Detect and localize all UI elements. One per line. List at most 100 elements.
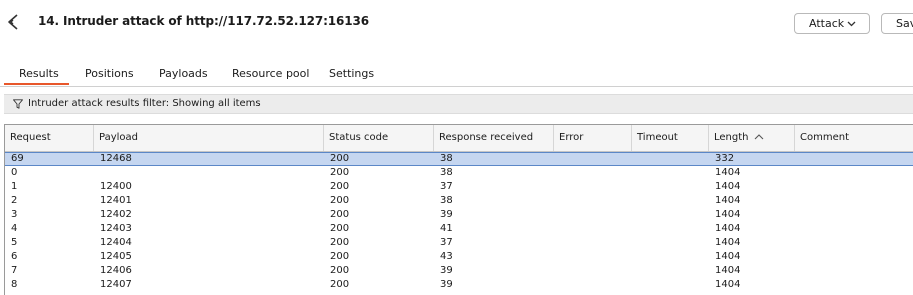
column-header-request[interactable]: Request	[5, 125, 94, 151]
column-header-response-received[interactable]: Response received	[434, 125, 554, 151]
cell-comment	[795, 278, 913, 292]
cell-payload: 12406	[100, 265, 132, 276]
attack-button-label: Attack	[809, 17, 845, 30]
cell-timeout	[632, 250, 709, 264]
cell-payload: 12403	[100, 223, 132, 234]
cell-comment	[795, 222, 913, 236]
tab-settings[interactable]: Settings	[329, 67, 374, 80]
cell-comment	[795, 236, 913, 250]
window-title: 14. Intruder attack of http://117.72.52.…	[38, 14, 370, 28]
cell-error	[554, 166, 632, 180]
cell-timeout	[632, 236, 709, 250]
cell-request: 3	[11, 209, 18, 220]
table-row[interactable]: 6 12405 200 43 1404	[5, 250, 913, 264]
cell-payload: 12404	[100, 237, 132, 248]
tab-resource-pool[interactable]: Resource pool	[232, 67, 309, 80]
cell-comment	[795, 166, 913, 180]
cell-error	[554, 278, 632, 292]
table-row[interactable]: 69 12468 200 38 332	[5, 152, 913, 166]
tab-positions[interactable]: Positions	[85, 67, 134, 80]
cell-length: 1404	[715, 167, 741, 178]
cell-response-received: 41	[440, 223, 453, 234]
cell-comment	[795, 208, 913, 222]
cell-payload: 12400	[100, 181, 132, 192]
cell-length: 1404	[715, 265, 741, 276]
cell-timeout	[632, 222, 709, 236]
column-header-comment[interactable]: Comment	[795, 125, 913, 151]
cell-response-received: 38	[440, 195, 453, 206]
table-row[interactable]: 5 12404 200 37 1404	[5, 236, 913, 250]
column-header-timeout[interactable]: Timeout	[632, 125, 709, 151]
table-row[interactable]: 7 12406 200 39 1404	[5, 264, 913, 278]
cell-timeout	[632, 180, 709, 194]
cell-payload: 12407	[100, 279, 132, 290]
filter-funnel-icon	[13, 99, 23, 109]
cell-request: 4	[11, 223, 18, 234]
window-titlebar: 14. Intruder attack of http://117.72.52.…	[0, 0, 913, 46]
cell-status-code: 200	[330, 195, 350, 206]
cell-error	[554, 208, 632, 222]
table-header: Request Payload Status code Response rec…	[5, 125, 913, 152]
cell-payload: 12405	[100, 251, 132, 262]
cell-length: 1404	[715, 195, 741, 206]
cell-response-received: 39	[440, 209, 453, 220]
cell-status-code: 200	[330, 209, 350, 220]
cell-timeout	[632, 264, 709, 278]
cell-response-received: 38	[440, 167, 453, 178]
cell-error	[554, 222, 632, 236]
cell-response-received: 39	[440, 265, 453, 276]
cell-request: 0	[11, 167, 18, 178]
cell-status-code: 200	[330, 181, 350, 192]
column-header-length[interactable]: Length	[709, 125, 795, 151]
attack-tabs: Results Positions Payloads Resource pool…	[0, 60, 913, 87]
cell-length: 1404	[715, 237, 741, 248]
table-row[interactable]: 0 200 38 1404	[5, 166, 913, 180]
cell-request: 5	[11, 237, 18, 248]
results-table: Request Payload Status code Response rec…	[4, 124, 913, 295]
attack-menu-button[interactable]: Attack	[794, 13, 870, 34]
cell-error	[554, 152, 632, 166]
column-header-payload[interactable]: Payload	[94, 125, 324, 151]
column-header-error[interactable]: Error	[554, 125, 632, 151]
cell-comment	[795, 152, 913, 166]
cell-comment	[795, 250, 913, 264]
cell-error	[554, 236, 632, 250]
cell-payload: 12401	[100, 195, 132, 206]
cell-status-code: 200	[330, 223, 350, 234]
table-row[interactable]: 1 12400 200 37 1404	[5, 180, 913, 194]
tab-payloads[interactable]: Payloads	[159, 67, 208, 80]
cell-comment	[795, 180, 913, 194]
save-button[interactable]: Sav	[881, 13, 913, 34]
cell-request: 2	[11, 195, 18, 206]
table-row[interactable]: 4 12403 200 41 1404	[5, 222, 913, 236]
table-row[interactable]: 8 12407 200 39 1404	[5, 278, 913, 292]
cell-comment	[795, 264, 913, 278]
cell-length: 1404	[715, 223, 741, 234]
cell-request: 7	[11, 265, 18, 276]
cell-payload	[94, 166, 324, 180]
cell-timeout	[632, 278, 709, 292]
cell-error	[554, 250, 632, 264]
column-header-status-code[interactable]: Status code	[324, 125, 434, 151]
cell-timeout	[632, 152, 709, 166]
results-filter-bar[interactable]: Intruder attack results filter: Showing …	[4, 94, 913, 114]
cell-status-code: 200	[330, 265, 350, 276]
table-row[interactable]: 2 12401 200 38 1404	[5, 194, 913, 208]
active-tab-indicator	[4, 83, 69, 85]
save-button-label: Sav	[896, 17, 913, 30]
chevron-down-icon	[847, 21, 856, 27]
sort-ascending-icon	[754, 134, 763, 140]
table-row[interactable]: 3 12402 200 39 1404	[5, 208, 913, 222]
cell-response-received: 37	[440, 237, 453, 248]
cell-status-code: 200	[330, 167, 350, 178]
cell-status-code: 200	[330, 153, 350, 164]
cell-request: 6	[11, 251, 18, 262]
cell-comment	[795, 194, 913, 208]
cell-length: 1404	[715, 209, 741, 220]
cell-payload: 12402	[100, 209, 132, 220]
cell-length: 1404	[715, 181, 741, 192]
cell-length: 332	[715, 153, 735, 164]
cell-response-received: 37	[440, 181, 453, 192]
burp-intruder-icon	[8, 14, 18, 30]
tab-results[interactable]: Results	[19, 67, 59, 80]
